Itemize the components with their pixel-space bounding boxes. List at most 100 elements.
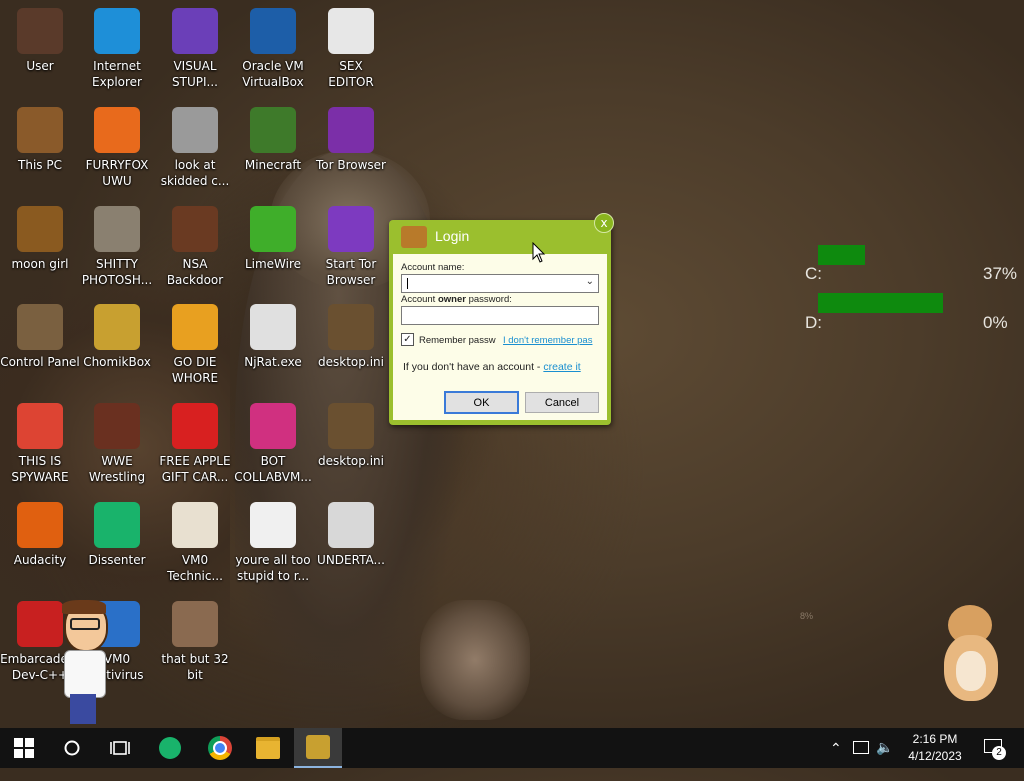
password-label-post: password:	[465, 294, 512, 305]
desktop-icon-label: THIS IS SPYWARE	[11, 454, 69, 484]
de-letters-icon	[172, 304, 218, 350]
notification-center-button[interactable]: 2	[984, 739, 1006, 760]
create-account-link[interactable]: create it	[543, 361, 580, 373]
desktop-icon[interactable]: BOT COLLABVM...	[233, 401, 313, 495]
desktop-icon-label: User	[26, 59, 54, 73]
desktop-icon[interactable]: Oracle VM VirtualBox	[233, 6, 313, 100]
desktop-icon-label: ChomikBox	[83, 355, 151, 369]
gimp-icon	[94, 206, 140, 252]
desktop-icon[interactable]: FURRYFOX UWU	[77, 105, 157, 199]
taskbar-chrome[interactable]	[196, 728, 244, 768]
desktop-icon[interactable]: youre all too stupid to r...	[233, 500, 313, 594]
picture-frame-icon	[172, 206, 218, 252]
mouse-cursor-icon	[532, 242, 546, 263]
desktop-icon-label: Audacity	[13, 553, 67, 567]
desktop-icon[interactable]: Start Tor Browser	[311, 204, 391, 298]
desktop-icon[interactable]: look at skidded c...	[155, 105, 235, 199]
chomikbox-icon	[306, 735, 330, 759]
app-hamster-icon	[401, 226, 427, 248]
forgot-password-link[interactable]: I don't remember pas	[503, 335, 592, 346]
edge-icon	[94, 8, 140, 54]
desktop-icon[interactable]: Tor Browser	[311, 105, 391, 199]
desktop-icon[interactable]: Dissenter	[77, 500, 157, 594]
chrome-icon	[17, 403, 63, 449]
cortana-circle-icon	[64, 740, 80, 756]
drive-c-label: C:	[805, 264, 822, 283]
task-view-button[interactable]	[96, 728, 144, 768]
show-hidden-icons[interactable]: ⌃	[830, 740, 842, 780]
desktop-icon[interactable]: VISUAL STUPI...	[155, 6, 235, 100]
desktop-icon[interactable]: Audacity	[0, 500, 80, 594]
virtualbox-icon	[250, 8, 296, 54]
tor-browser-icon	[328, 107, 374, 153]
desktop-icon[interactable]: SEX EDITOR	[311, 6, 391, 100]
desktop-icon[interactable]: Minecraft	[233, 105, 313, 199]
chrome-icon	[208, 736, 232, 760]
desktop-icon-label: Dissenter	[88, 553, 146, 567]
desktop-icon[interactable]: moon girl	[0, 204, 80, 298]
desktop-icon[interactable]: desktop.ini	[311, 401, 391, 495]
volume-muted-icon[interactable]: 🔈	[876, 739, 893, 779]
desktop-icon[interactable]: Control Panel	[0, 302, 80, 396]
account-name-label: Account name:	[401, 262, 465, 273]
network-icon[interactable]	[853, 741, 869, 781]
chomikbox-icon	[94, 304, 140, 350]
account-name-combo[interactable]: ⌄	[401, 274, 599, 293]
desktop-icon[interactable]: desktop.ini	[311, 302, 391, 396]
drive-d-label: D:	[805, 313, 822, 332]
start-button[interactable]	[0, 728, 48, 768]
drive-d-percent: 0%	[983, 313, 1008, 332]
taskbar-clock[interactable]: 2:16 PM 4/12/2023	[896, 731, 974, 765]
windows-logo-icon	[14, 738, 34, 758]
desktop-icon[interactable]: NSA Backdoor	[155, 204, 235, 298]
user-figure-icon	[17, 8, 63, 54]
ok-button[interactable]: OK	[444, 391, 519, 414]
devcpp-icon	[17, 601, 63, 647]
settings-file-icon	[328, 304, 374, 350]
no-account-prefix: If you don't have an account -	[403, 361, 544, 373]
desktop-icon-label: NjRat.exe	[244, 355, 302, 369]
desktop-icon[interactable]: THIS IS SPYWARE	[0, 401, 80, 495]
desktop-icon[interactable]: UNDERTA...	[311, 500, 391, 594]
desktop-icon[interactable]: SHITTY PHOTOSH...	[77, 204, 157, 298]
close-icon[interactable]: x	[594, 213, 614, 233]
desktop-icon[interactable]: ChomikBox	[77, 302, 157, 396]
chevron-down-icon[interactable]: ⌄	[586, 276, 594, 287]
taskbar-file-explorer[interactable]	[244, 728, 292, 768]
search-button[interactable]	[48, 728, 96, 768]
desktop-icon-label: youre all too stupid to r...	[235, 553, 311, 583]
desktop-icon[interactable]: This PC	[0, 105, 80, 199]
desktop-icon-label: Control Panel	[0, 355, 80, 369]
desktop-icon[interactable]: WWE Wrestling	[77, 401, 157, 495]
small-meter-text: 8%	[800, 611, 814, 621]
desktop-icon[interactable]: LimeWire	[233, 204, 313, 298]
desktop-icon-label: FURRYFOX UWU	[85, 158, 149, 188]
dissenter-icon	[159, 737, 181, 759]
desktop-icon[interactable]: VM0 Technic...	[155, 500, 235, 594]
password-field[interactable]	[401, 306, 599, 325]
tor-onion-icon	[328, 206, 374, 252]
technician-icon	[172, 502, 218, 548]
text-cursor	[407, 278, 408, 289]
taskbar-dissenter[interactable]	[146, 728, 194, 768]
taskbar-chomikbox[interactable]	[294, 728, 342, 768]
desktop-icon[interactable]: NjRat.exe	[233, 302, 313, 396]
desktop-icon-label: GO DIE WHORE	[171, 355, 219, 385]
desktop-icon[interactable]: that but 32 bit	[155, 599, 235, 693]
drive-c-percent: 37%	[983, 264, 1018, 283]
desktop-icon-label: Oracle VM VirtualBox	[242, 59, 304, 89]
desktop-icon[interactable]: GO DIE WHORE	[155, 302, 235, 396]
desktop-icon[interactable]: FREE APPLE GIFT CAR...	[155, 401, 235, 495]
task-view-icon	[110, 741, 130, 755]
skull-icon	[250, 304, 296, 350]
desktop-icon-label: Start Tor Browser	[325, 257, 377, 287]
desktop-icon-label: This PC	[18, 158, 62, 172]
settings-file-icon	[328, 403, 374, 449]
apple-icon	[172, 403, 218, 449]
remember-checkbox[interactable]: ✓	[401, 333, 414, 346]
cancel-button[interactable]: Cancel	[525, 392, 599, 413]
desktop-icon[interactable]: User	[0, 6, 80, 100]
desktop-icon-label: Minecraft	[244, 158, 302, 172]
desktop-icon-label: look at skidded c...	[160, 158, 230, 188]
desktop-icon[interactable]: Internet Explorer	[77, 6, 157, 100]
